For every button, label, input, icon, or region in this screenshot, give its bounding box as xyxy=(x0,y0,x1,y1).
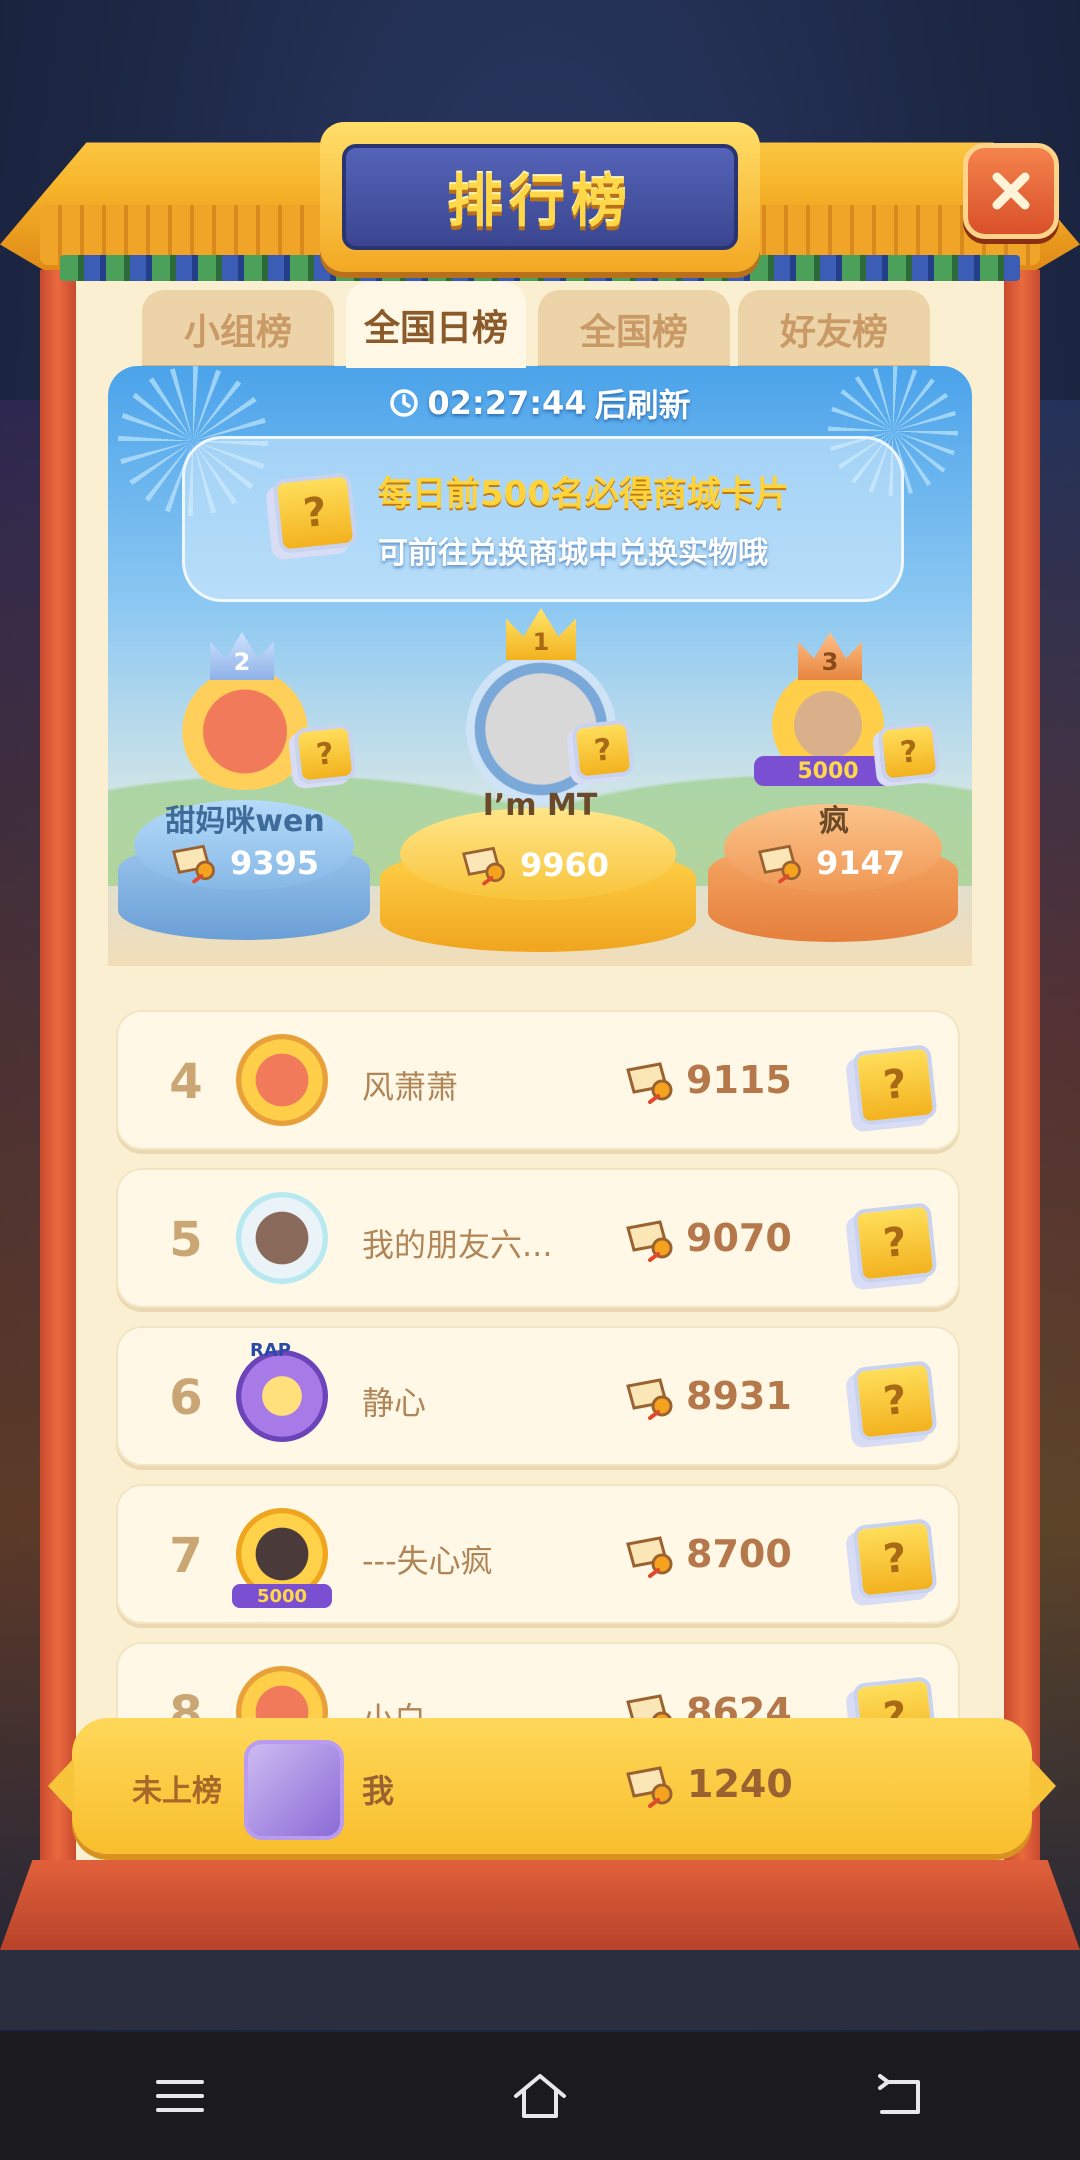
tab-national[interactable]: 全国榜 xyxy=(538,290,730,368)
my-rank-label: 未上榜 xyxy=(132,1774,222,1809)
close-button[interactable] xyxy=(963,143,1059,239)
avatar[interactable] xyxy=(236,1666,328,1720)
tab-group-rank[interactable]: 小组榜 xyxy=(142,290,334,368)
player-name: 小白 xyxy=(362,1700,427,1720)
frame-base xyxy=(0,1860,1080,1950)
question-card-icon: ? xyxy=(877,721,941,783)
player-name: 我的朋友六... xyxy=(362,1226,553,1264)
tab-label: 全国日榜 xyxy=(363,308,508,349)
rank-number: 4 xyxy=(169,1054,203,1110)
tab-national-daily[interactable]: 全国日榜 xyxy=(346,282,526,368)
score-fan-icon xyxy=(626,1766,673,1808)
player-name: 静心 xyxy=(362,1384,427,1422)
page-title: 排行榜 xyxy=(447,169,633,235)
my-name: 我 xyxy=(362,1772,395,1810)
clock-icon xyxy=(390,389,419,417)
rank-number: 6 xyxy=(169,1370,203,1426)
avatar[interactable] xyxy=(236,1192,328,1284)
list-item[interactable]: 5 我的朋友六... 9070 ? xyxy=(116,1168,960,1308)
question-card-icon: ? xyxy=(571,719,635,781)
list-item[interactable]: 6 RAP 静心 8931 ? xyxy=(116,1326,960,1466)
home-icon xyxy=(514,2074,566,2118)
timer-suffix: 后刷新 xyxy=(594,386,691,424)
tab-label: 小组榜 xyxy=(183,312,292,353)
player-score: 9115 xyxy=(686,1058,792,1102)
player-score: 9070 xyxy=(686,1216,792,1260)
back-icon xyxy=(878,2074,920,2114)
score-fan-icon xyxy=(626,1694,673,1720)
rank-number: 5 xyxy=(169,1212,203,1268)
my-rank-bar[interactable]: 未上榜 我 1240 xyxy=(48,1718,1056,1854)
notice-line1: 每日前500名必得商城卡片 xyxy=(378,474,789,514)
my-avatar[interactable] xyxy=(244,1740,344,1840)
title-plaque-inner: 排行榜 xyxy=(342,144,738,250)
system-nav-bar xyxy=(0,2032,1080,2160)
score-fan-icon xyxy=(626,1378,673,1420)
tab-friends[interactable]: 好友榜 xyxy=(738,290,930,368)
question-card-icon: ? xyxy=(852,1676,938,1720)
menu-icon xyxy=(156,2080,204,2112)
question-card-icon: ? xyxy=(293,723,357,785)
score-fan-icon xyxy=(626,1220,673,1262)
close-icon xyxy=(992,172,1030,210)
frame-pillar-left xyxy=(40,270,76,1900)
home-button[interactable] xyxy=(495,2056,585,2136)
avatar[interactable] xyxy=(236,1034,328,1126)
frame-pillar-right xyxy=(1004,270,1040,1900)
list-item[interactable]: 7 5000 ---失心疯 8700 ? xyxy=(116,1484,960,1624)
score-fan-icon xyxy=(757,844,801,884)
podium-second-name: 甜妈咪wen xyxy=(165,804,325,839)
ranking-list[interactable]: 4 风萧萧 9115 ? 5 我的朋友六... 9070 ? 6 RAP 静心 xyxy=(108,1000,972,1720)
player-score: 8931 xyxy=(686,1374,792,1418)
player-name: ---失心疯 xyxy=(362,1542,493,1580)
score-fan-icon xyxy=(626,1536,673,1578)
player-name: 风萧萧 xyxy=(362,1068,459,1106)
podium-first-name: I’m MT xyxy=(482,788,598,823)
list-item[interactable]: 8 小白 8624 ? xyxy=(116,1642,960,1720)
tab-label: 全国榜 xyxy=(579,312,688,353)
frame-base-shadow xyxy=(0,1950,1080,2030)
score-fan-icon xyxy=(626,1062,673,1104)
notice-line2: 可前往兑换商城中兑换实物哦 xyxy=(378,536,768,571)
back-button[interactable] xyxy=(855,2056,945,2136)
tab-label: 好友榜 xyxy=(779,312,888,353)
my-score: 1240 xyxy=(687,1762,793,1806)
score-fan-icon xyxy=(171,844,215,884)
podium-second-score: 9395 xyxy=(170,842,319,884)
avatar[interactable] xyxy=(236,1350,328,1442)
score-fan-icon xyxy=(461,846,505,886)
avatar-badge: 5000 xyxy=(232,1584,332,1608)
question-card-icon: ? xyxy=(272,472,358,554)
list-item[interactable]: 4 风萧萧 9115 ? xyxy=(116,1010,960,1150)
question-card-icon: ? xyxy=(852,1518,938,1600)
player-score: 8624 xyxy=(686,1690,792,1720)
podium-third-name: 疯 xyxy=(819,804,849,839)
refresh-timer: 02:27:44 后刷新 xyxy=(0,380,1080,426)
menu-button[interactable] xyxy=(135,2056,225,2136)
player-score: 8700 xyxy=(686,1532,792,1576)
avatar-badge: RAP xyxy=(250,1340,291,1361)
podium-first-score: 9960 xyxy=(460,844,609,886)
rank-number: 7 xyxy=(169,1528,203,1584)
question-card-icon: ? xyxy=(852,1044,938,1126)
question-card-icon: ? xyxy=(852,1360,938,1442)
rank-number: 8 xyxy=(169,1686,203,1720)
timer-value: 02:27:44 xyxy=(427,384,587,422)
title-plaque: 排行榜 xyxy=(320,122,760,272)
podium-third-score: 9147 xyxy=(756,842,905,884)
question-card-icon: ? xyxy=(852,1202,938,1284)
